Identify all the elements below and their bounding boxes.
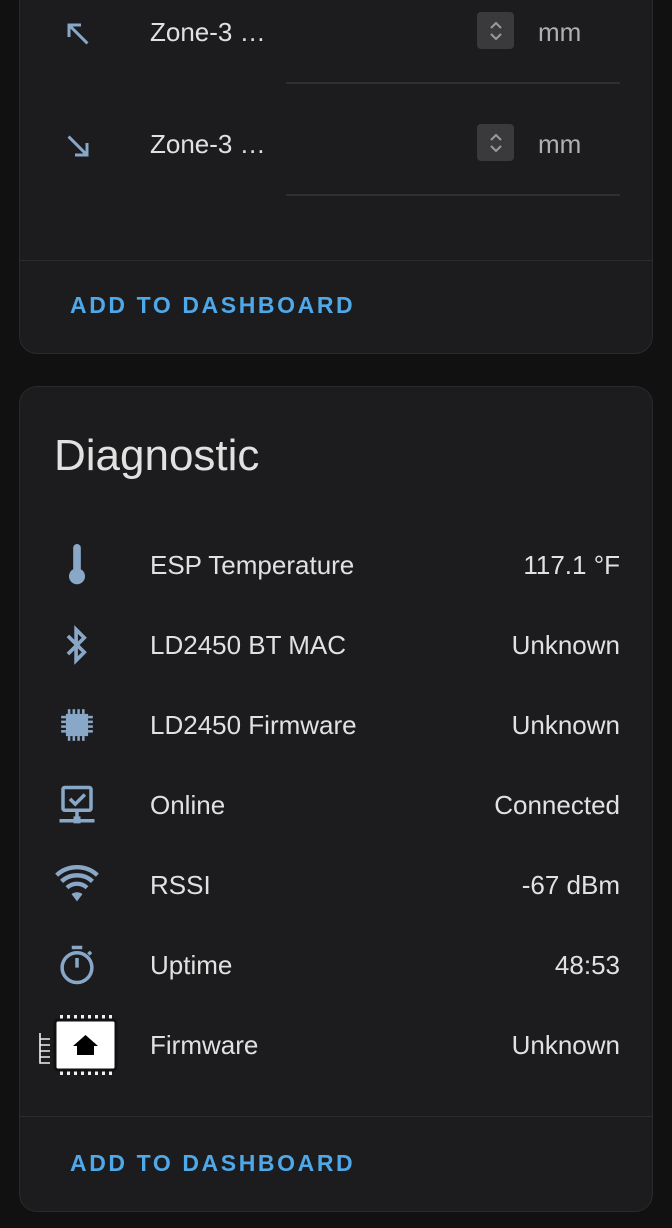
monitor-network-icon (54, 783, 100, 827)
entity-row-esp-temperature[interactable]: ESP Temperature 117.1 °F (20, 525, 654, 605)
chip-icon (54, 703, 100, 747)
entity-row-firmware[interactable]: Firmware Unknown (20, 1005, 654, 1085)
entity-label: LD2450 Firmware (150, 710, 357, 740)
card-divider (20, 260, 652, 261)
number-stepper[interactable] (477, 12, 514, 49)
entity-label: RSSI (150, 870, 211, 900)
arrow-bottom-right-icon (56, 124, 100, 168)
entity-value: 48:53 (554, 950, 620, 980)
entity-value: 117.1 °F (523, 550, 620, 580)
entity-row-bt-mac[interactable]: LD2450 BT MAC Unknown (20, 605, 654, 685)
page: Zone-3 … mm Zone-3 … mm ADD TO DASHBOARD… (0, 0, 672, 1228)
thermometer-icon (54, 543, 100, 587)
entity-row-zone3-end[interactable]: Zone-3 … mm (20, 84, 654, 196)
arrow-top-left-icon (56, 12, 100, 56)
add-to-dashboard-button[interactable]: ADD TO DASHBOARD (70, 1150, 355, 1177)
unit-label: mm (538, 129, 582, 159)
stepper-chevrons-icon (489, 133, 502, 152)
diagnostic-card: Diagnostic ESP Temperature 117.1 °F LD24… (19, 386, 653, 1212)
entity-value: Unknown (511, 710, 620, 740)
entity-value: Unknown (511, 630, 620, 660)
card-divider (20, 1116, 652, 1117)
entity-row-ld2450-firmware[interactable]: LD2450 Firmware Unknown (20, 685, 654, 765)
add-to-dashboard-button[interactable]: ADD TO DASHBOARD (70, 292, 355, 319)
number-stepper[interactable] (477, 124, 514, 161)
entity-value: Connected (494, 790, 620, 820)
unit-label: mm (538, 17, 582, 47)
entity-value: Unknown (511, 1030, 620, 1060)
entity-label: Online (150, 790, 226, 820)
entity-label: Zone-3 … (150, 129, 266, 159)
entity-label: ESP Temperature (150, 550, 355, 580)
wifi-icon (54, 863, 100, 907)
entity-label: Zone-3 … (150, 17, 266, 47)
card-title: Diagnostic (54, 431, 260, 480)
entity-label: Uptime (150, 950, 233, 980)
entity-value: -67 dBm (521, 870, 620, 900)
stepper-chevrons-icon (489, 21, 502, 40)
entity-row-zone3-begin[interactable]: Zone-3 … mm (20, 0, 654, 84)
entity-row-online[interactable]: Online Connected (20, 765, 654, 845)
entity-label: LD2450 BT MAC (150, 630, 347, 660)
bluetooth-icon (54, 623, 100, 667)
entity-label: Firmware (150, 1030, 259, 1060)
esphome-logo-icon (36, 1013, 118, 1077)
number-entities-card: Zone-3 … mm Zone-3 … mm ADD TO DASHBOARD (19, 0, 653, 354)
timer-icon (54, 943, 100, 987)
entity-row-rssi[interactable]: RSSI -67 dBm (20, 845, 654, 925)
entity-row-uptime[interactable]: Uptime 48:53 (20, 925, 654, 1005)
